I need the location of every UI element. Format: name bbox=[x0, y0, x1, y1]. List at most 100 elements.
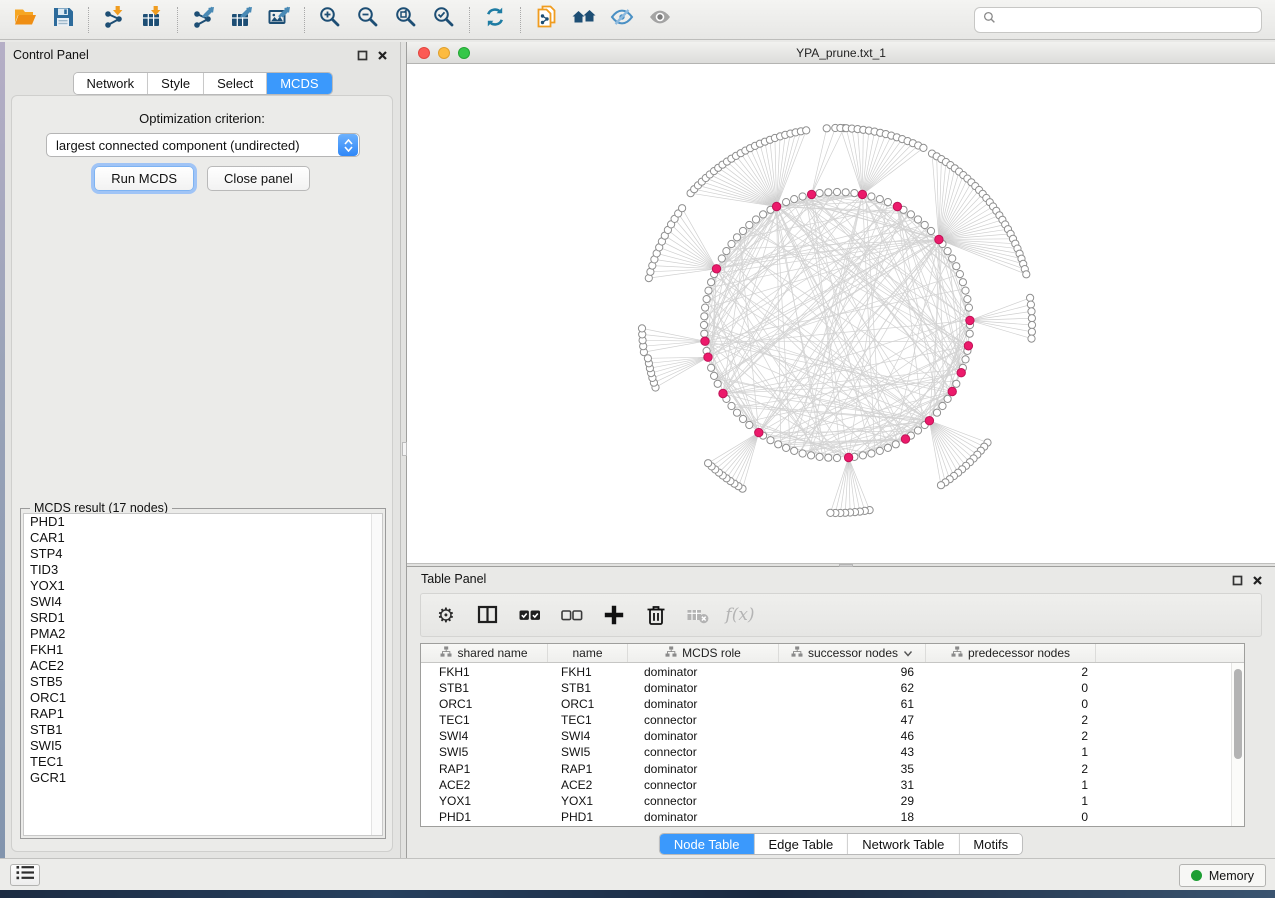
first-neighbors-button[interactable] bbox=[568, 5, 600, 35]
close-panel-button[interactable]: Close panel bbox=[207, 166, 310, 191]
memory-button[interactable]: Memory bbox=[1179, 864, 1266, 887]
open-button[interactable] bbox=[9, 5, 41, 35]
tab-mcds[interactable]: MCDS bbox=[267, 73, 331, 94]
mcds-result-item[interactable]: PHD1 bbox=[24, 514, 382, 530]
vertical-splitter-handle[interactable] bbox=[402, 442, 407, 456]
table-row[interactable]: RAP1RAP1dominator352 bbox=[421, 760, 1244, 776]
network-canvas[interactable] bbox=[407, 64, 1275, 563]
mcds-result-item[interactable]: STB5 bbox=[24, 674, 382, 690]
show-column-panel-icon[interactable] bbox=[471, 598, 505, 632]
show-all-button[interactable] bbox=[644, 5, 676, 35]
cell-successor_nodes: 96 bbox=[779, 663, 926, 679]
chevron-up-down-icon bbox=[338, 134, 358, 156]
table-scrollbar[interactable] bbox=[1231, 663, 1244, 826]
tab-edge-table[interactable]: Edge Table bbox=[754, 834, 848, 854]
run-mcds-button[interactable]: Run MCDS bbox=[94, 166, 194, 191]
table-row[interactable]: ACE2ACE2connector311 bbox=[421, 776, 1244, 792]
mcds-list-scrollbar[interactable] bbox=[371, 514, 382, 835]
hide-selected-button[interactable] bbox=[606, 5, 638, 35]
mcds-result-item[interactable]: ACE2 bbox=[24, 658, 382, 674]
tab-network-table[interactable]: Network Table bbox=[848, 834, 959, 854]
zoom-in-button[interactable] bbox=[314, 5, 346, 35]
mcds-result-item[interactable]: TID3 bbox=[24, 562, 382, 578]
tab-network[interactable]: Network bbox=[73, 73, 148, 94]
table-scrollbar-thumb[interactable] bbox=[1234, 669, 1242, 759]
close-table-panel-icon[interactable] bbox=[1251, 574, 1263, 586]
table-options-gear-icon[interactable]: ⚙ bbox=[429, 598, 463, 632]
tree-icon bbox=[791, 646, 803, 660]
control-panel: Control Panel NetworkStyleSelectMCDS Opt… bbox=[5, 42, 400, 858]
cell-successor_nodes: 46 bbox=[779, 728, 926, 744]
table-panel-header: Table Panel bbox=[407, 567, 1275, 591]
mcds-result-item[interactable]: FKH1 bbox=[24, 642, 382, 658]
cytoscape-window: Control Panel NetworkStyleSelectMCDS Opt… bbox=[0, 0, 1275, 898]
column-header-mcds_role[interactable]: MCDS role bbox=[628, 644, 779, 662]
table-row[interactable]: STB1STB1dominator620 bbox=[421, 679, 1244, 695]
add-column-icon[interactable] bbox=[597, 598, 631, 632]
mcds-result-item[interactable]: SRD1 bbox=[24, 610, 382, 626]
mcds-result-item[interactable]: GCR1 bbox=[24, 770, 382, 786]
toolbar-separator bbox=[469, 7, 470, 33]
select-all-icon[interactable] bbox=[513, 598, 547, 632]
new-network-from-selection-button[interactable] bbox=[530, 5, 562, 35]
tab-motifs[interactable]: Motifs bbox=[959, 834, 1022, 854]
mcds-result-item[interactable]: TEC1 bbox=[24, 754, 382, 770]
memory-status-dot bbox=[1191, 870, 1202, 881]
export-image-button[interactable] bbox=[263, 5, 295, 35]
network-view-titlebar[interactable]: YPA_prune.txt_1 bbox=[407, 42, 1275, 64]
mcds-result-item[interactable]: YOX1 bbox=[24, 578, 382, 594]
save-button[interactable] bbox=[47, 5, 79, 35]
table-row[interactable]: ORC1ORC1dominator610 bbox=[421, 695, 1244, 711]
tab-style[interactable]: Style bbox=[148, 73, 204, 94]
mcds-result-item[interactable]: RAP1 bbox=[24, 706, 382, 722]
export-network-button[interactable] bbox=[187, 5, 219, 35]
mcds-result-item[interactable]: CAR1 bbox=[24, 530, 382, 546]
cell-mcds_role: dominator bbox=[628, 809, 779, 825]
delete-column-icon[interactable] bbox=[639, 598, 673, 632]
table-row[interactable]: SWI5SWI5connector431 bbox=[421, 744, 1244, 760]
table-row[interactable]: PHD1PHD1dominator180 bbox=[421, 809, 1244, 825]
table-row[interactable]: FKH1FKH1dominator962 bbox=[421, 663, 1244, 679]
tab-node-table[interactable]: Node Table bbox=[660, 834, 755, 854]
float-panel-icon[interactable] bbox=[356, 49, 368, 61]
import-network-button[interactable] bbox=[98, 5, 130, 35]
table-tabbar: Node TableEdge TableNetwork TableMotifs bbox=[659, 833, 1023, 855]
column-header-filler bbox=[1096, 644, 1244, 662]
cell-shared_name: SWI5 bbox=[421, 744, 548, 760]
close-panel-icon[interactable] bbox=[376, 49, 388, 61]
cell-predecessor_nodes: 1 bbox=[926, 776, 1096, 792]
zoom-selected-button[interactable] bbox=[428, 5, 460, 35]
table-toolbar: ⚙ f(x) bbox=[420, 593, 1262, 637]
column-header-name[interactable]: name bbox=[548, 644, 628, 662]
column-header-predecessor_nodes[interactable]: predecessor nodes bbox=[926, 644, 1096, 662]
mcds-result-item[interactable]: STB1 bbox=[24, 722, 382, 738]
export-table-button[interactable] bbox=[225, 5, 257, 35]
vertical-splitter[interactable] bbox=[400, 42, 407, 858]
column-header-successor_nodes[interactable]: successor nodes bbox=[779, 644, 926, 662]
refresh-button[interactable] bbox=[479, 5, 511, 35]
mcds-result-list[interactable]: PHD1CAR1STP4TID3YOX1SWI4SRD1PMA2FKH1ACE2… bbox=[23, 513, 383, 836]
float-table-panel-icon[interactable] bbox=[1231, 574, 1243, 586]
mcds-result-item[interactable]: ORC1 bbox=[24, 690, 382, 706]
tab-select[interactable]: Select bbox=[204, 73, 267, 94]
table-row[interactable]: TEC1TEC1connector472 bbox=[421, 712, 1244, 728]
table-row[interactable]: SWI4SWI4dominator462 bbox=[421, 728, 1244, 744]
automation-panel-button[interactable] bbox=[10, 864, 40, 886]
zoom-out-button[interactable] bbox=[352, 5, 384, 35]
network-title: YPA_prune.txt_1 bbox=[407, 46, 1275, 60]
search-box[interactable] bbox=[974, 7, 1262, 33]
deselect-all-icon[interactable] bbox=[555, 598, 589, 632]
mcds-result-item[interactable]: SWI5 bbox=[24, 738, 382, 754]
mcds-result-item[interactable]: SWI4 bbox=[24, 594, 382, 610]
column-header-shared_name[interactable]: shared name bbox=[421, 644, 548, 662]
mcds-result-item[interactable]: STP4 bbox=[24, 546, 382, 562]
import-table-button[interactable] bbox=[136, 5, 168, 35]
toolbar-separator bbox=[520, 7, 521, 33]
table-row[interactable]: YOX1YOX1connector291 bbox=[421, 793, 1244, 809]
optimization-criterion-dropdown[interactable]: largest connected component (undirected) bbox=[46, 133, 360, 157]
cell-name: PHD1 bbox=[548, 809, 628, 825]
mcds-result-item[interactable]: PMA2 bbox=[24, 626, 382, 642]
search-input[interactable] bbox=[1002, 13, 1253, 27]
function-builder-icon: f(x) bbox=[723, 598, 757, 632]
zoom-fit-button[interactable] bbox=[390, 5, 422, 35]
